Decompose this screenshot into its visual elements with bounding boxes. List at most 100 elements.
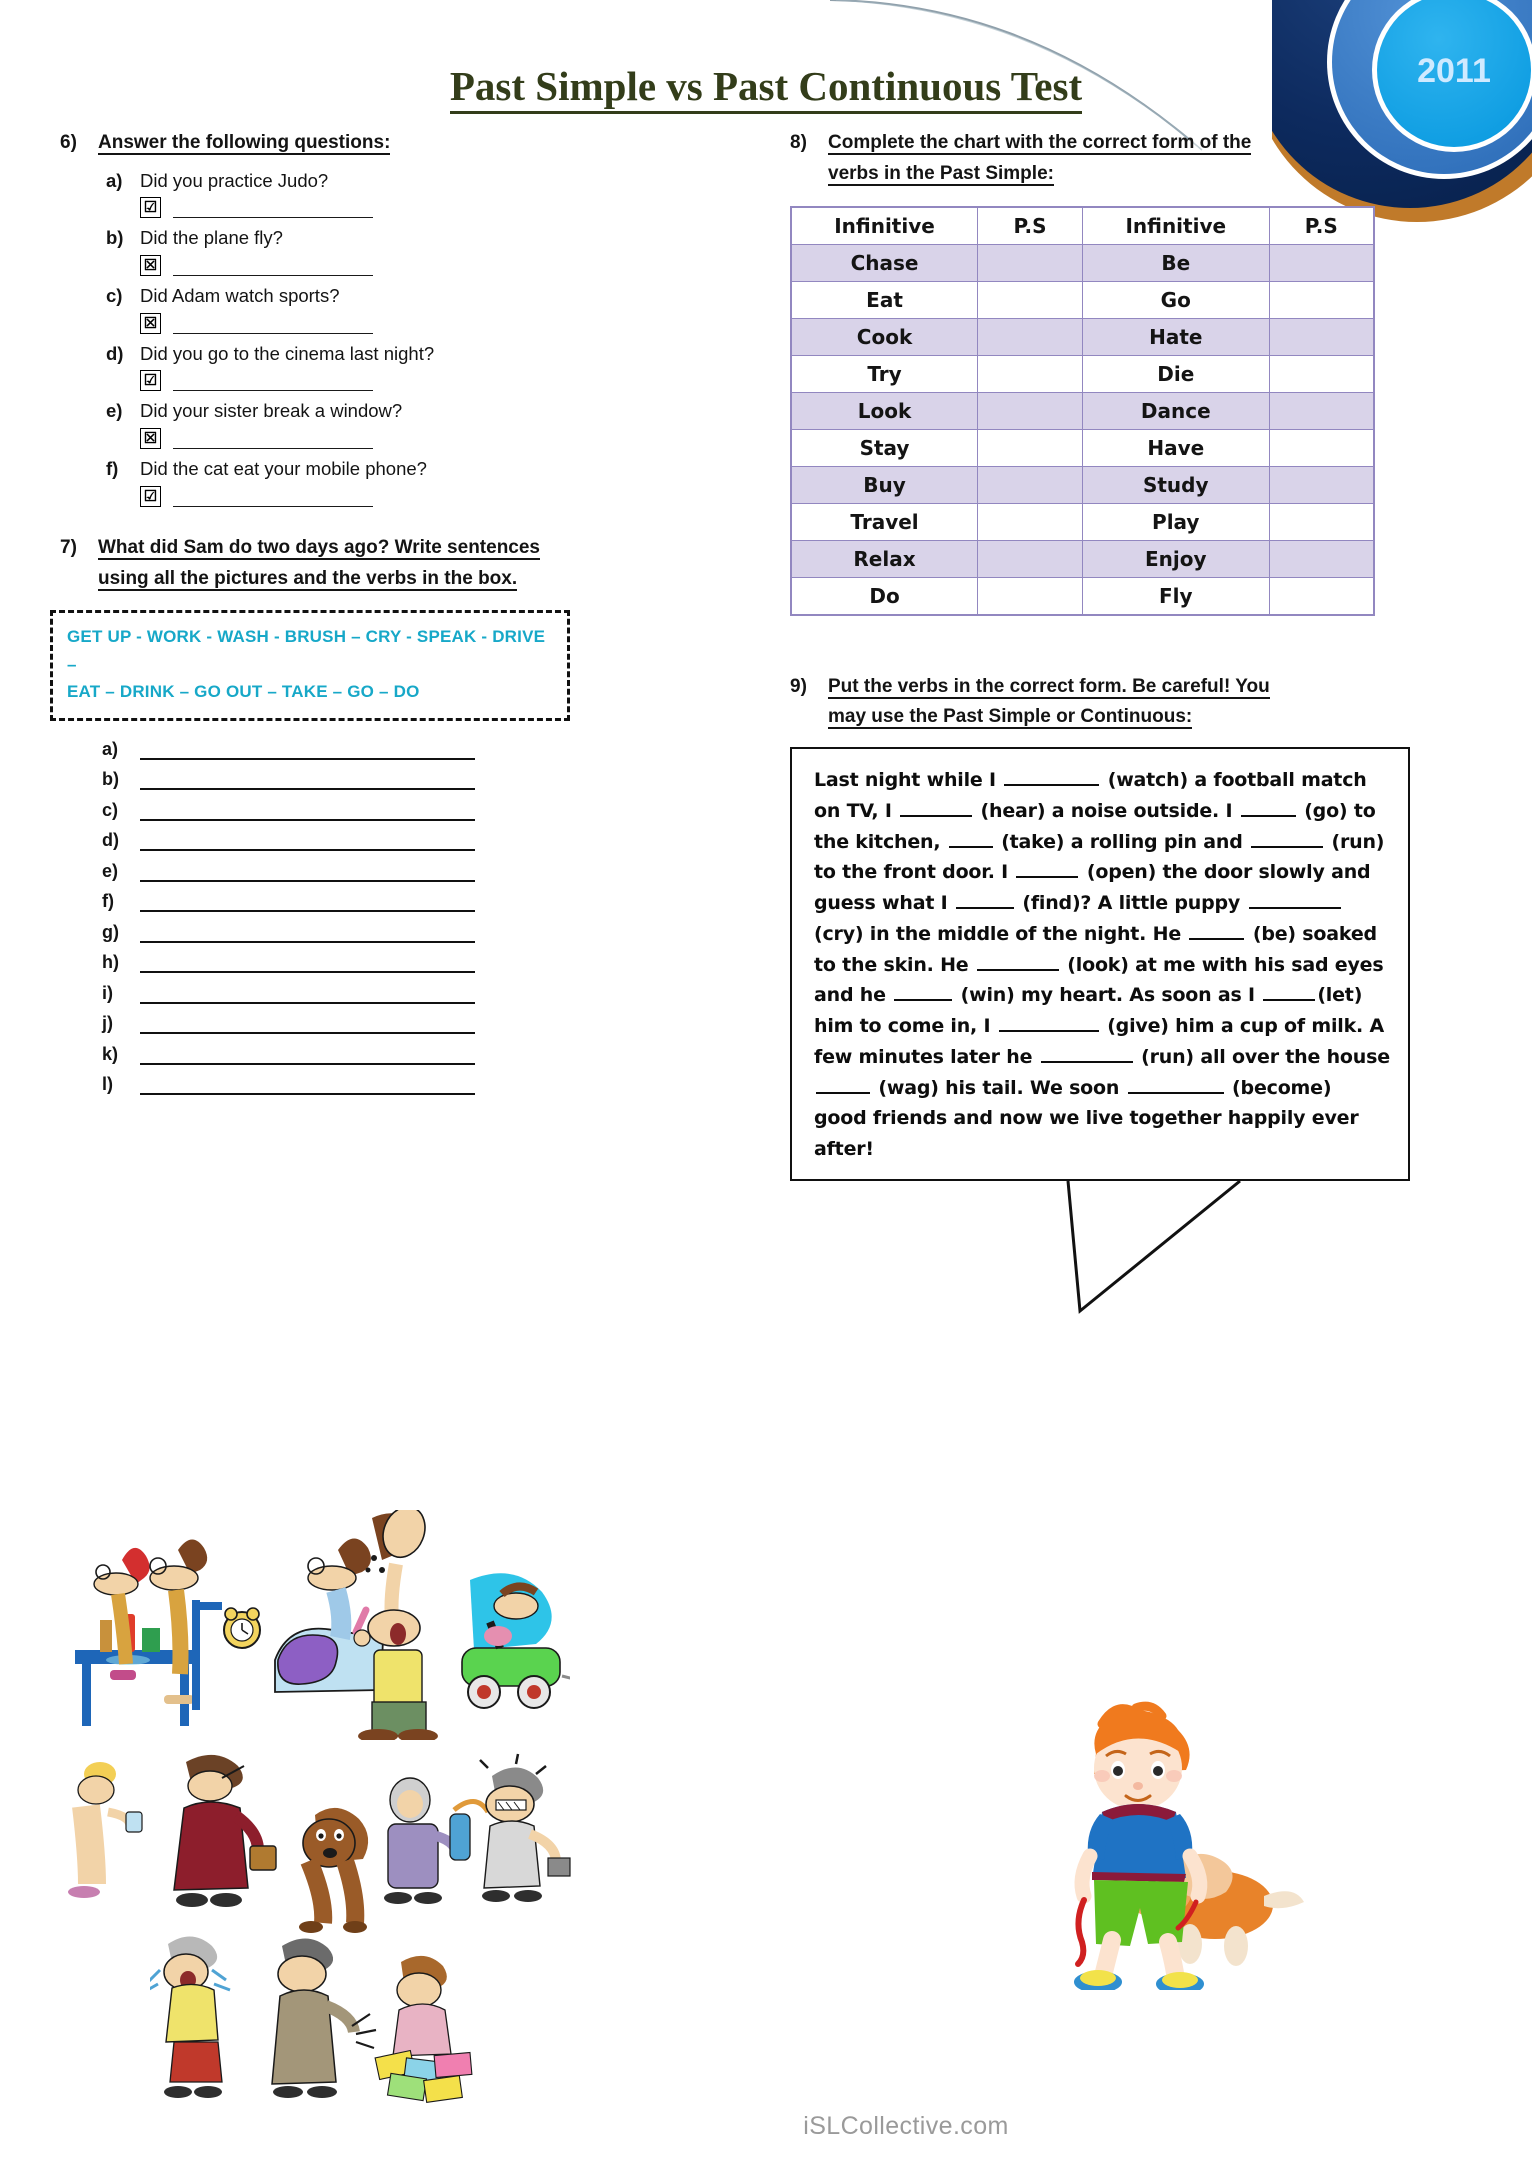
table-header-row: Infinitive P.S Infinitive P.S [790,206,1375,245]
story-text[interactable]: Last night while I (watch) a football ma… [814,765,1390,1165]
answer-write-line[interactable] [140,868,475,882]
cell-ps-left[interactable] [977,280,1083,319]
cell-ps-left[interactable] [977,317,1083,356]
cell-ps-right[interactable] [1268,354,1375,393]
answer-blank-line[interactable] [173,203,373,219]
column-header-ps-1: P.S [977,206,1083,245]
checkbox-mark[interactable]: ☑ [140,370,161,392]
cell-ps-left[interactable] [977,243,1083,282]
cell-ps-right[interactable] [1268,280,1375,319]
story-blank[interactable] [1016,861,1079,879]
story-blank[interactable] [1263,984,1316,1002]
cell-ps-left[interactable] [977,465,1083,504]
cell-ps-left[interactable] [977,428,1083,467]
story-blank[interactable] [976,954,1059,971]
table-row: Eat Go [790,280,1375,319]
page-title-text: Past Simple vs Past Continuous Test [449,63,1083,114]
answer-write-line[interactable] [140,746,475,760]
checkbox-mark[interactable]: ☑ [140,485,161,507]
illustration-speak [384,1777,491,1904]
story-blank[interactable] [894,984,953,1002]
cell-ps-left[interactable] [977,391,1083,430]
exercise-8-instruction-line1: Complete the chart with the correct form… [828,132,1252,155]
answer-write-line[interactable] [140,776,475,791]
cell-infinitive-right: Enjoy [1081,539,1270,578]
answer-write-line[interactable] [140,1051,475,1065]
answer-write-line[interactable] [140,990,475,1004]
illustration-row-3 [150,1930,520,2120]
question-text: Did your sister break a window? [140,400,403,422]
question-letter: e) [106,400,123,422]
cell-ps-right[interactable] [1268,317,1375,356]
story-blank[interactable] [900,800,973,817]
question-text: Did Adam watch sports? [140,285,340,307]
illustration-wake-up [223,1538,384,1693]
answer-line-letter: h) [102,952,119,973]
story-blank[interactable] [948,831,993,848]
cell-ps-right[interactable] [1268,465,1375,504]
answer-line-row: d) [102,830,620,852]
exercise-8-heading: 8) Complete the chart with the correct f… [790,128,1480,190]
cell-infinitive-right: Fly [1081,576,1270,616]
answer-write-line[interactable] [140,1081,475,1096]
cell-ps-left[interactable] [977,354,1083,393]
answer-line-row: l) [102,1074,620,1096]
cell-infinitive-left: Buy [790,465,979,504]
illustration-boy-with-dog [1040,1690,1340,1990]
story-blank[interactable] [998,1015,1099,1033]
exercise-7-instruction-line1: What did Sam do two days ago? Write sent… [98,536,541,560]
cell-ps-right[interactable] [1268,391,1375,430]
cell-ps-right[interactable] [1268,502,1375,541]
question-letter: d) [106,342,124,364]
checkbox-mark[interactable]: ☑ [140,197,161,219]
story-blank[interactable] [1251,831,1324,848]
cell-ps-left[interactable] [977,539,1083,578]
answer-write-line[interactable] [140,959,475,974]
question-item: c) Did Adam watch sports? ☒ [106,282,620,334]
answer-write-line[interactable] [140,1020,475,1035]
cell-infinitive-right: Go [1081,280,1270,319]
cell-ps-left[interactable] [977,502,1083,541]
answer-write-line[interactable] [140,898,475,913]
cell-ps-right[interactable] [1268,539,1375,578]
story-blank[interactable] [1127,1077,1224,1094]
answer-write-line[interactable] [140,929,475,943]
checkbox-mark[interactable]: ☒ [140,428,161,450]
story-blank[interactable] [1040,1046,1133,1063]
page-title: Past Simple vs Past Continuous Test [0,62,1532,114]
cell-infinitive-right: Hate [1081,317,1270,356]
story-blank[interactable] [1189,923,1245,940]
answer-write-line[interactable] [140,837,475,852]
cell-infinitive-left: Eat [790,280,979,319]
story-blank[interactable] [1004,769,1100,787]
cell-infinitive-right: Dance [1081,391,1270,430]
answer-write-line[interactable] [140,807,475,821]
exercise-9: 9) Put the verbs in the correct form. Be… [790,672,1480,1314]
exercise-7-instruction-line2: using all the pictures and the verbs in … [98,567,518,591]
exercise-8: 8) Complete the chart with the correct f… [790,128,1480,616]
story-blank[interactable] [816,1077,870,1094]
story-blank[interactable] [955,892,1014,910]
question-item: d) Did you go to the cinema last night? … [106,340,620,392]
cell-ps-right[interactable] [1268,428,1375,467]
cell-infinitive-right: Study [1081,465,1270,504]
checkbox-mark[interactable]: ☒ [140,255,161,277]
answer-blank-line[interactable] [173,376,373,392]
question-letter: f) [106,458,119,480]
story-blank[interactable] [1248,892,1341,910]
answer-blank-line[interactable] [173,492,373,507]
answer-blank-line[interactable] [173,319,373,334]
cell-ps-left[interactable] [977,576,1083,616]
exercise-6-heading: 6) Answer the following questions: [60,128,620,159]
cell-infinitive-left: Try [790,354,979,393]
answer-blank-line[interactable] [173,434,373,450]
answer-line-letter: b) [102,769,119,790]
cell-infinitive-left: Look [790,391,979,430]
cell-ps-right[interactable] [1268,576,1375,616]
answer-line-row: c) [102,800,620,821]
cell-ps-right[interactable] [1268,243,1375,282]
exercise-6-question-list: a) Did you practice Judo? ☑ b) Did the p… [106,167,620,507]
checkbox-mark[interactable]: ☒ [140,312,161,334]
story-blank[interactable] [1240,800,1296,817]
answer-blank-line[interactable] [173,261,373,277]
